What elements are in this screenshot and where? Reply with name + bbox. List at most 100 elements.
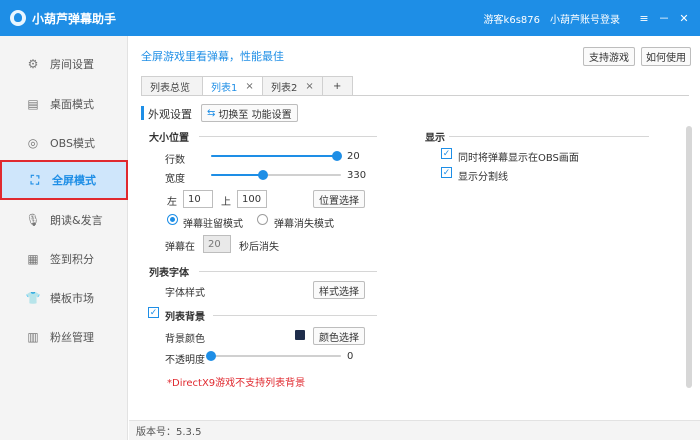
menu-icon[interactable]: ≡ bbox=[636, 12, 652, 25]
microphone-icon: 🎙 bbox=[25, 213, 41, 227]
sidebar-item-fullscreen-mode[interactable]: ⛶ 全屏模式 bbox=[0, 160, 128, 200]
close-tab-icon[interactable]: × bbox=[305, 81, 313, 92]
list-background-checkbox[interactable]: ✓ bbox=[148, 307, 159, 318]
slider-fill bbox=[211, 174, 263, 176]
account-login-link[interactable]: 小葫芦账号登录 bbox=[550, 11, 620, 26]
width-slider[interactable] bbox=[211, 169, 341, 181]
display-title: 显示 bbox=[425, 133, 445, 144]
list-tabs: 列表总览 列表1 × 列表2 × + bbox=[141, 76, 353, 96]
title-bar: 小葫芦弹幕助手 游客k6s876 小葫芦账号登录 ≡ － ✕ bbox=[0, 0, 700, 36]
tab-divider bbox=[141, 95, 689, 96]
tab-label: 列表1 bbox=[211, 82, 238, 94]
version-label: 版本号：5.3.5 bbox=[136, 427, 202, 438]
obs-icon: ◎ bbox=[27, 136, 39, 150]
sidebar-item-checkin-points[interactable]: ▦ 签到积分 bbox=[0, 239, 128, 279]
position-select-button[interactable]: 位置选择 bbox=[313, 190, 365, 208]
sidebar-item-read-speak[interactable]: 🎙 朗读&发言 bbox=[0, 200, 128, 240]
sidebar-item-label: 房间设置 bbox=[50, 58, 94, 71]
show-divider-checkbox[interactable]: ✓ bbox=[441, 167, 452, 178]
plus-icon: + bbox=[333, 80, 342, 92]
slider-handle[interactable] bbox=[206, 351, 216, 361]
list-font-title: 列表字体 bbox=[149, 268, 189, 279]
width-label: 宽度 bbox=[165, 174, 185, 185]
switch-icon: ⇆ bbox=[207, 107, 216, 119]
section-divider bbox=[213, 315, 377, 316]
sidebar-item-label: 桌面模式 bbox=[50, 98, 94, 111]
tab-label: 列表2 bbox=[271, 82, 298, 94]
version-footer: 版本号：5.3.5 bbox=[129, 420, 700, 440]
sidebar-item-desktop-mode[interactable]: ▤ 桌面模式 bbox=[0, 84, 128, 124]
sidebar-item-label: 签到积分 bbox=[50, 253, 94, 266]
support-games-button[interactable]: 支持游戏 bbox=[583, 47, 635, 66]
top-offset-input[interactable]: 100 bbox=[237, 190, 267, 208]
left-offset-input[interactable]: 10 bbox=[183, 190, 213, 208]
monitor-icon: ▤ bbox=[27, 97, 39, 111]
width-value: 330 bbox=[347, 170, 367, 181]
show-in-obs-label: 同时将弹幕显示在OBS画面 bbox=[458, 153, 579, 164]
background-color-label: 背景颜色 bbox=[165, 334, 205, 345]
rows-value: 20 bbox=[347, 151, 360, 162]
section-divider bbox=[449, 136, 649, 137]
slider-fill bbox=[211, 155, 338, 157]
top-label: 上 bbox=[221, 197, 231, 208]
switch-button-label: 切换至 功能设置 bbox=[218, 109, 292, 121]
vanish-suffix-label: 秒后消失 bbox=[239, 242, 279, 253]
sidebar-item-fan-management[interactable]: ▥ 粉丝管理 bbox=[0, 317, 128, 357]
tab-list-overview[interactable]: 列表总览 bbox=[141, 76, 203, 96]
slider-handle[interactable] bbox=[332, 151, 343, 161]
tab-list-2[interactable]: 列表2 × bbox=[263, 76, 323, 96]
sidebar-item-label: 朗读&发言 bbox=[50, 214, 103, 227]
show-divider-label: 显示分割线 bbox=[458, 172, 508, 183]
font-style-label: 字体样式 bbox=[165, 288, 205, 299]
close-icon[interactable]: ✕ bbox=[676, 12, 692, 25]
title-bar-actions: 游客k6s876 小葫芦账号登录 ≡ － ✕ bbox=[484, 0, 692, 36]
vanish-mode-label: 弹幕消失模式 bbox=[274, 219, 334, 230]
main-panel: 全屏游戏里看弹幕，性能最佳 支持游戏 如何使用 列表总览 列表1 × 列表2 ×… bbox=[129, 36, 700, 440]
opacity-slider[interactable] bbox=[206, 350, 341, 362]
how-to-use-button[interactable]: 如何使用 bbox=[641, 47, 691, 66]
gear-icon: ⚙ bbox=[27, 57, 39, 71]
sidebar-item-label: OBS模式 bbox=[50, 137, 95, 150]
vanish-mode-radio[interactable] bbox=[257, 214, 268, 225]
show-in-obs-checkbox[interactable]: ✓ bbox=[441, 148, 452, 159]
app-title: 小葫芦弹幕助手 bbox=[32, 11, 117, 26]
sidebar-item-label: 粉丝管理 bbox=[50, 331, 94, 344]
vertical-scrollbar[interactable] bbox=[686, 126, 692, 388]
sidebar-item-template-market[interactable]: 👕 模板市场 bbox=[0, 278, 128, 318]
slider-track bbox=[211, 355, 341, 357]
vanish-seconds-input[interactable]: 20 bbox=[203, 235, 231, 253]
opacity-label: 不透明度 bbox=[165, 355, 205, 366]
font-style-select-button[interactable]: 样式选择 bbox=[313, 281, 365, 299]
color-select-button[interactable]: 颜色选择 bbox=[313, 327, 365, 345]
page-banner: 全屏游戏里看弹幕，性能最佳 bbox=[141, 50, 284, 63]
section-divider bbox=[199, 136, 377, 137]
vanish-prefix-label: 弹幕在 bbox=[165, 242, 195, 253]
rows-slider[interactable] bbox=[211, 150, 343, 162]
background-color-swatch bbox=[295, 330, 305, 340]
stay-mode-radio[interactable] bbox=[167, 214, 178, 225]
appearance-settings-title: 外观设置 bbox=[141, 106, 192, 121]
rows-label: 行数 bbox=[165, 155, 185, 166]
guest-username: 游客k6s876 bbox=[483, 14, 540, 26]
sidebar-item-room-settings[interactable]: ⚙ 房间设置 bbox=[0, 44, 128, 84]
sidebar-item-obs-mode[interactable]: ◎ OBS模式 bbox=[0, 123, 128, 163]
sidebar-item-label: 全屏模式 bbox=[52, 174, 96, 187]
sidebar-item-label: 模板市场 bbox=[50, 292, 94, 305]
book-icon: ▥ bbox=[27, 330, 39, 344]
fullscreen-icon: ⛶ bbox=[30, 172, 40, 187]
opacity-value: 0 bbox=[347, 351, 354, 362]
directx9-warning: *DirectX9游戏不支持列表背景 bbox=[167, 378, 306, 389]
add-tab-button[interactable]: + bbox=[323, 76, 353, 96]
stay-mode-label: 弹幕驻留模式 bbox=[183, 219, 243, 230]
left-label: 左 bbox=[167, 197, 177, 208]
shirt-icon: 👕 bbox=[25, 291, 41, 305]
sidebar: ⚙ 房间设置 ▤ 桌面模式 ◎ OBS模式 ⛶ 全屏模式 🎙 朗读&发言 ▦ 签… bbox=[0, 36, 128, 440]
switch-to-function-settings-button[interactable]: ⇆ 切换至 功能设置 bbox=[201, 104, 298, 122]
minimize-icon[interactable]: － bbox=[656, 10, 672, 26]
size-position-title: 大小位置 bbox=[149, 133, 189, 144]
list-background-title: 列表背景 bbox=[165, 312, 205, 323]
slider-handle[interactable] bbox=[258, 170, 268, 180]
close-tab-icon[interactable]: × bbox=[245, 81, 253, 92]
calendar-icon: ▦ bbox=[27, 252, 39, 266]
tab-list-1[interactable]: 列表1 × bbox=[203, 76, 263, 96]
